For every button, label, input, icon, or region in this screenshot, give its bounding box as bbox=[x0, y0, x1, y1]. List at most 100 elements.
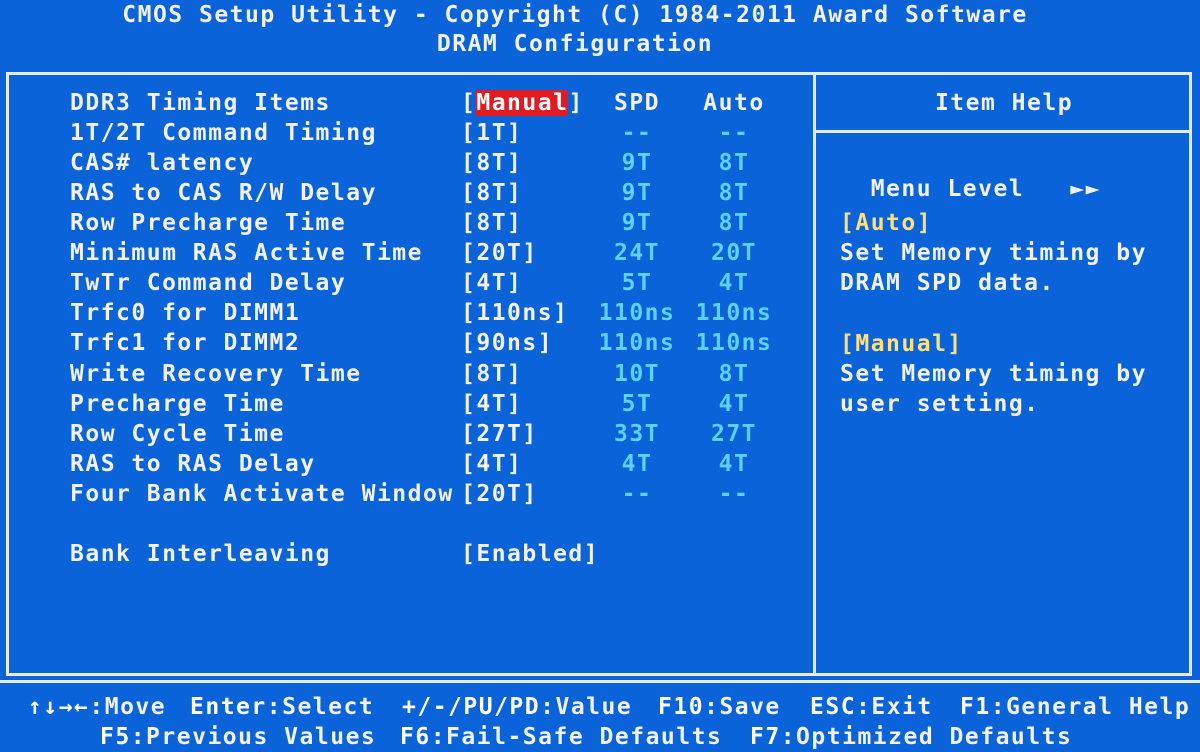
footer-action: :Previous Values bbox=[130, 724, 377, 750]
setting-label: TwTr Command Delay bbox=[70, 270, 347, 296]
setting-value[interactable]: [8T] bbox=[461, 361, 522, 387]
setting-row-bank-interleaving[interactable]: Bank Interleaving [Enabled] bbox=[0, 541, 813, 571]
footer-key: ↑↓→← bbox=[28, 694, 90, 720]
setting-value[interactable]: [4T] bbox=[461, 451, 522, 477]
setting-value[interactable]: [90ns] bbox=[461, 330, 553, 356]
footer-hint: F7:Optimized Defaults bbox=[750, 724, 1072, 750]
selected-value[interactable]: Manual bbox=[476, 90, 569, 116]
auto-value: -- bbox=[718, 481, 750, 507]
setting-value[interactable]: [20T] bbox=[461, 481, 538, 507]
footer-action: :Exit bbox=[856, 694, 933, 720]
setting-value[interactable]: [Manual] bbox=[461, 90, 584, 116]
auto-value: -- bbox=[718, 120, 750, 146]
setting-value[interactable]: [Enabled] bbox=[461, 541, 599, 567]
setting-row[interactable]: TwTr Command Delay [4T] 5T 4T bbox=[0, 270, 813, 300]
setting-value[interactable]: [1T] bbox=[461, 120, 522, 146]
spd-value: 110ns bbox=[598, 300, 676, 326]
spd-value: -- bbox=[621, 481, 653, 507]
auto-value: 8T bbox=[718, 150, 750, 176]
setting-value[interactable]: [8T] bbox=[461, 150, 522, 176]
footer-hint: F10:Save bbox=[658, 694, 781, 720]
footer-divider bbox=[0, 680, 1200, 683]
setting-row[interactable]: RAS to RAS Delay [4T] 4T 4T bbox=[0, 451, 813, 481]
footer-hint: Enter:Select bbox=[190, 694, 374, 720]
menu-level: Menu Level ►► bbox=[840, 150, 1101, 202]
auto-column-header: Auto bbox=[703, 90, 765, 116]
help-manual-title: [Manual] bbox=[840, 331, 963, 357]
footer-key: F10 bbox=[658, 694, 705, 720]
spd-value: 9T bbox=[621, 150, 653, 176]
page-title: DRAM Configuration bbox=[436, 31, 714, 57]
help-manual-text-2: user setting. bbox=[840, 391, 1040, 417]
auto-value: 27T bbox=[710, 421, 758, 447]
menu-level-label: Menu Level bbox=[870, 176, 1025, 202]
setting-value[interactable]: [8T] bbox=[461, 210, 522, 236]
setting-row[interactable]: CAS# latency [8T] 9T 8T bbox=[0, 150, 813, 180]
setting-label: Precharge Time bbox=[70, 391, 285, 417]
setting-row[interactable]: Precharge Time [4T] 5T 4T bbox=[0, 391, 813, 421]
auto-value: 8T bbox=[718, 210, 750, 236]
auto-value: 8T bbox=[718, 361, 750, 387]
footer-action: :Select bbox=[266, 694, 375, 720]
spd-value: 5T bbox=[621, 270, 653, 296]
spd-column-header: SPD bbox=[613, 90, 661, 116]
footer-hint: F6:Fail-Safe Defaults bbox=[400, 724, 722, 750]
setting-label: RAS to RAS Delay bbox=[70, 451, 316, 477]
setting-row[interactable]: Minimum RAS Active Time [20T] 24T 20T bbox=[0, 240, 813, 270]
auto-value: 20T bbox=[710, 240, 758, 266]
setting-label: Trfc1 for DIMM2 bbox=[70, 330, 301, 356]
setting-row[interactable]: Row Cycle Time [27T] 33T 27T bbox=[0, 421, 813, 451]
setting-row-ddr3-timing-items[interactable]: DDR3 Timing Items [Manual] SPD Auto bbox=[0, 90, 813, 120]
footer-key: F7 bbox=[750, 724, 781, 750]
setting-label: Row Cycle Time bbox=[70, 421, 285, 447]
help-auto-text-1: Set Memory timing by bbox=[840, 240, 1147, 266]
setting-row[interactable]: Trfc0 for DIMM1 [110ns] 110ns 110ns bbox=[0, 300, 813, 330]
setting-value[interactable]: [4T] bbox=[461, 391, 522, 417]
setting-value[interactable]: [4T] bbox=[461, 270, 522, 296]
setting-label: Write Recovery Time bbox=[70, 361, 362, 387]
footer-action: :Optimized Defaults bbox=[780, 724, 1073, 750]
footer-hint: F5:Previous Values bbox=[100, 724, 376, 750]
footer-key: F1 bbox=[960, 694, 991, 720]
setting-row[interactable]: Four Bank Activate Window [20T] -- -- bbox=[0, 481, 813, 511]
auto-value: 110ns bbox=[695, 300, 773, 326]
spd-value: 9T bbox=[621, 180, 653, 206]
spd-value: 24T bbox=[613, 240, 661, 266]
spd-value: 33T bbox=[613, 421, 661, 447]
panel-divider bbox=[813, 72, 816, 676]
setting-label: DDR3 Timing Items bbox=[70, 90, 331, 116]
footer-action: :Value bbox=[540, 694, 633, 720]
setting-row[interactable]: 1T/2T Command Timing [1T] -- -- bbox=[0, 120, 813, 150]
help-manual-text-1: Set Memory timing by bbox=[840, 361, 1147, 387]
footer-key: ESC bbox=[810, 694, 857, 720]
setting-label: Four Bank Activate Window bbox=[70, 481, 454, 507]
footer-key: +/-/PU/PD bbox=[402, 694, 541, 720]
setting-label: RAS to CAS R/W Delay bbox=[70, 180, 377, 206]
footer-key: Enter bbox=[190, 694, 267, 720]
auto-value: 4T bbox=[718, 270, 750, 296]
setting-value[interactable]: [8T] bbox=[461, 180, 522, 206]
footer-key: F5 bbox=[100, 724, 131, 750]
setting-row[interactable]: Trfc1 for DIMM2 [90ns] 110ns 110ns bbox=[0, 330, 813, 360]
footer-action: :Fail-Safe Defaults bbox=[430, 724, 723, 750]
setting-value[interactable]: [27T] bbox=[461, 421, 538, 447]
setting-value[interactable]: [110ns] bbox=[461, 300, 568, 326]
footer-action: :Move bbox=[89, 694, 167, 720]
auto-value: 8T bbox=[718, 180, 750, 206]
item-help-title: Item Help bbox=[934, 90, 1074, 116]
footer-action: :Save bbox=[704, 694, 781, 720]
setting-row[interactable]: Row Precharge Time [8T] 9T 8T bbox=[0, 210, 813, 240]
help-divider bbox=[816, 130, 1192, 133]
setting-label: 1T/2T Command Timing bbox=[70, 120, 377, 146]
spd-value: 9T bbox=[621, 210, 653, 236]
menu-level-arrows-icon: ►► bbox=[1070, 176, 1101, 202]
setting-value[interactable]: [20T] bbox=[461, 240, 538, 266]
footer-hint: +/-/PU/PD:Value bbox=[402, 694, 632, 720]
setting-row[interactable]: RAS to CAS R/W Delay [8T] 9T 8T bbox=[0, 180, 813, 210]
footer-hint: ESC:Exit bbox=[810, 694, 933, 720]
window-title: CMOS Setup Utility - Copyright (C) 1984-… bbox=[122, 2, 1028, 28]
footer-action: :General Help bbox=[990, 694, 1191, 720]
footer-key: F6 bbox=[400, 724, 431, 750]
auto-value: 4T bbox=[718, 451, 750, 477]
setting-row[interactable]: Write Recovery Time [8T] 10T 8T bbox=[0, 361, 813, 391]
